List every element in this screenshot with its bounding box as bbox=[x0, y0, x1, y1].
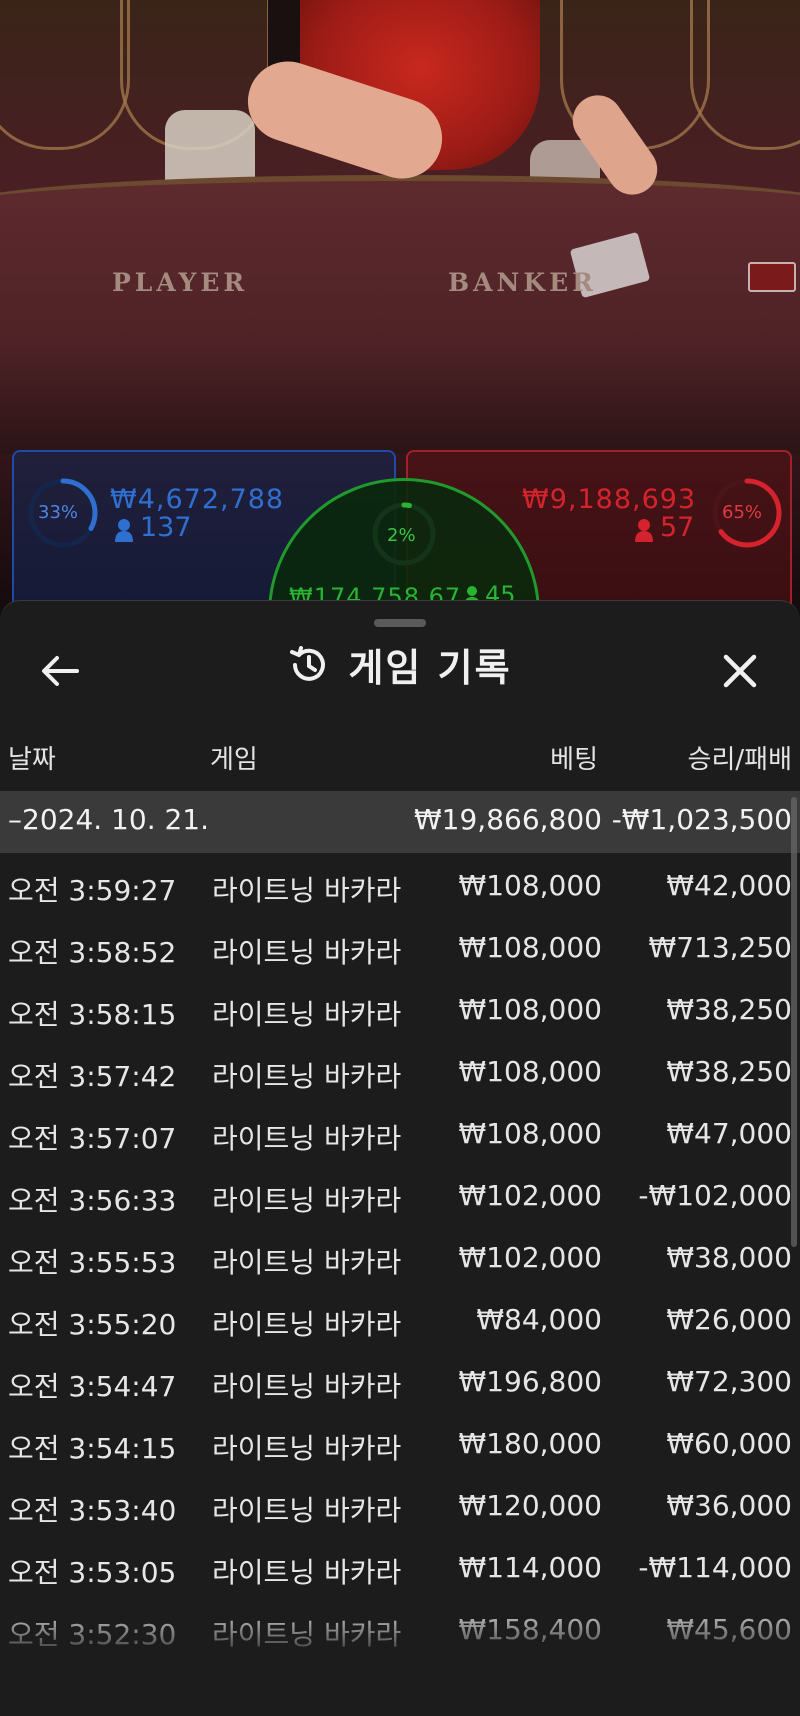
row-time: 오전 3:58:15 bbox=[8, 998, 177, 1031]
row-bet: ₩102,000 bbox=[458, 1241, 602, 1274]
sheet-title: 게임 기록 bbox=[348, 646, 512, 690]
baccarat-table bbox=[0, 175, 800, 455]
row-result: ₩36,000 bbox=[666, 1489, 792, 1522]
banker-percent: 65% bbox=[722, 502, 763, 523]
history-row[interactable]: 오전 3:53:05 라이트닝 바카라 ₩114,000 -₩114,000 bbox=[0, 1535, 800, 1597]
row-game: 라이트닝 바카라 bbox=[212, 1494, 402, 1527]
row-time: 오전 3:56:33 bbox=[8, 1184, 177, 1217]
row-result: ₩26,000 bbox=[666, 1303, 792, 1336]
close-button[interactable] bbox=[710, 641, 770, 701]
row-result: ₩38,250 bbox=[666, 1055, 792, 1088]
person-icon bbox=[635, 519, 653, 542]
row-bet: ₩108,000 bbox=[458, 1117, 602, 1150]
banker-count: 57 bbox=[660, 512, 695, 543]
row-time: 오전 3:53:40 bbox=[8, 1494, 177, 1527]
game-history-sheet: 게임 기록 날짜 게임 베팅 승리/패배 –2024. 10. 21. ₩19,… bbox=[0, 600, 800, 1716]
row-bet: ₩180,000 bbox=[458, 1427, 602, 1460]
history-row[interactable]: 오전 3:59:27 라이트닝 바카라 ₩108,000 ₩42,000 bbox=[0, 853, 800, 915]
row-game: 라이트닝 바카라 bbox=[212, 1184, 402, 1217]
summary-result-total: -₩1,023,500 bbox=[611, 803, 792, 836]
sheet-header: 게임 기록 bbox=[0, 631, 800, 709]
row-bet: ₩108,000 bbox=[458, 931, 602, 964]
history-row[interactable]: 오전 3:58:52 라이트닝 바카라 ₩108,000 ₩713,250 bbox=[0, 915, 800, 977]
row-bet: ₩158,400 bbox=[458, 1613, 602, 1646]
sheet-title-group: 게임 기록 bbox=[0, 637, 800, 692]
row-time: 오전 3:52:30 bbox=[8, 1618, 177, 1651]
summary-date: –2024. 10. 21. bbox=[8, 803, 210, 836]
row-result: ₩38,000 bbox=[666, 1241, 792, 1274]
player-percent: 33% bbox=[38, 502, 79, 523]
row-result: -₩114,000 bbox=[638, 1551, 792, 1584]
history-row[interactable]: 오전 3:52:30 라이트닝 바카라 ₩158,400 ₩45,600 bbox=[0, 1597, 800, 1659]
history-row[interactable]: 오전 3:58:15 라이트닝 바카라 ₩108,000 ₩38,250 bbox=[0, 977, 800, 1039]
row-game: 라이트닝 바카라 bbox=[212, 1556, 402, 1589]
row-time: 오전 3:59:27 bbox=[8, 874, 177, 907]
row-bet: ₩102,000 bbox=[458, 1179, 602, 1212]
player-count: 137 bbox=[140, 512, 192, 543]
row-game: 라이트닝 바카라 bbox=[212, 1122, 402, 1155]
row-result: ₩38,250 bbox=[666, 993, 792, 1026]
row-game: 라이트닝 바카라 bbox=[212, 874, 402, 907]
background-arch bbox=[690, 0, 800, 150]
row-time: 오전 3:57:42 bbox=[8, 1060, 177, 1093]
row-result: -₩102,000 bbox=[638, 1179, 792, 1212]
column-header-date[interactable]: 날짜 bbox=[8, 739, 56, 776]
history-row[interactable]: 오전 3:57:07 라이트닝 바카라 ₩108,000 ₩47,000 bbox=[0, 1101, 800, 1163]
table-label-player: PLAYER bbox=[112, 268, 249, 297]
row-result: ₩45,600 bbox=[666, 1613, 792, 1646]
history-row[interactable]: 오전 3:54:47 라이트닝 바카라 ₩196,800 ₩72,300 bbox=[0, 1349, 800, 1411]
row-result: ₩713,250 bbox=[648, 931, 792, 964]
row-bet: ₩108,000 bbox=[458, 1055, 602, 1088]
table-label-banker: BANKER bbox=[448, 268, 597, 297]
row-game: 라이트닝 바카라 bbox=[212, 1370, 402, 1403]
history-row[interactable]: 오전 3:57:42 라이트닝 바카라 ₩108,000 ₩38,250 bbox=[0, 1039, 800, 1101]
row-game: 라이트닝 바카라 bbox=[212, 1432, 402, 1465]
row-game: 라이트닝 바카라 bbox=[212, 1618, 402, 1651]
row-game: 라이트닝 바카라 bbox=[212, 1246, 402, 1279]
column-header-game[interactable]: 게임 bbox=[210, 739, 258, 776]
row-time: 오전 3:54:47 bbox=[8, 1370, 177, 1403]
row-result: ₩42,000 bbox=[666, 869, 792, 902]
row-time: 오전 3:55:53 bbox=[8, 1246, 177, 1279]
history-list: 오전 3:59:27 라이트닝 바카라 ₩108,000 ₩42,000 오전 … bbox=[0, 853, 800, 1659]
row-game: 라이트닝 바카라 bbox=[212, 1060, 402, 1093]
row-time: 오전 3:58:52 bbox=[8, 936, 177, 969]
player-amount: ₩4,672,788 bbox=[110, 484, 285, 515]
background-arch bbox=[0, 0, 130, 150]
date-summary-row[interactable]: –2024. 10. 21. ₩19,866,800 -₩1,023,500 bbox=[0, 791, 800, 853]
history-icon bbox=[290, 645, 326, 681]
history-row[interactable]: 오전 3:54:15 라이트닝 바카라 ₩180,000 ₩60,000 bbox=[0, 1411, 800, 1473]
person-icon bbox=[115, 519, 133, 542]
sheet-drag-handle[interactable] bbox=[374, 619, 426, 627]
row-bet: ₩108,000 bbox=[458, 993, 602, 1026]
row-result: ₩72,300 bbox=[666, 1365, 792, 1398]
card-shoe bbox=[748, 262, 796, 292]
row-bet: ₩120,000 bbox=[458, 1489, 602, 1522]
banker-amount: ₩9,188,693 bbox=[522, 484, 697, 515]
row-result: ₩47,000 bbox=[666, 1117, 792, 1150]
row-time: 오전 3:54:15 bbox=[8, 1432, 177, 1465]
row-bet: ₩84,000 bbox=[476, 1303, 602, 1336]
history-row[interactable]: 오전 3:56:33 라이트닝 바카라 ₩102,000 -₩102,000 bbox=[0, 1163, 800, 1225]
live-video-feed: PLAYER BANKER 33% ₩4,672,788 137 ₩9,188,… bbox=[0, 0, 800, 620]
row-bet: ₩114,000 bbox=[458, 1551, 602, 1584]
row-result: ₩60,000 bbox=[666, 1427, 792, 1460]
row-bet: ₩108,000 bbox=[458, 869, 602, 902]
row-time: 오전 3:57:07 bbox=[8, 1122, 177, 1155]
history-row[interactable]: 오전 3:55:20 라이트닝 바카라 ₩84,000 ₩26,000 bbox=[0, 1287, 800, 1349]
history-row[interactable]: 오전 3:55:53 라이트닝 바카라 ₩102,000 ₩38,000 bbox=[0, 1225, 800, 1287]
row-time: 오전 3:55:20 bbox=[8, 1308, 177, 1341]
column-header-result[interactable]: 승리/패배 bbox=[688, 739, 792, 776]
summary-bet-total: ₩19,866,800 bbox=[413, 803, 602, 836]
tie-percent: 2% bbox=[387, 525, 416, 546]
history-row[interactable]: 오전 3:53:40 라이트닝 바카라 ₩120,000 ₩36,000 bbox=[0, 1473, 800, 1535]
row-game: 라이트닝 바카라 bbox=[212, 1308, 402, 1341]
row-game: 라이트닝 바카라 bbox=[212, 998, 402, 1031]
row-time: 오전 3:53:05 bbox=[8, 1556, 177, 1589]
row-bet: ₩196,800 bbox=[458, 1365, 602, 1398]
column-header-bet[interactable]: 베팅 bbox=[550, 739, 598, 776]
row-game: 라이트닝 바카라 bbox=[212, 936, 402, 969]
history-scrollbar[interactable] bbox=[791, 797, 797, 1247]
close-icon bbox=[723, 654, 757, 688]
